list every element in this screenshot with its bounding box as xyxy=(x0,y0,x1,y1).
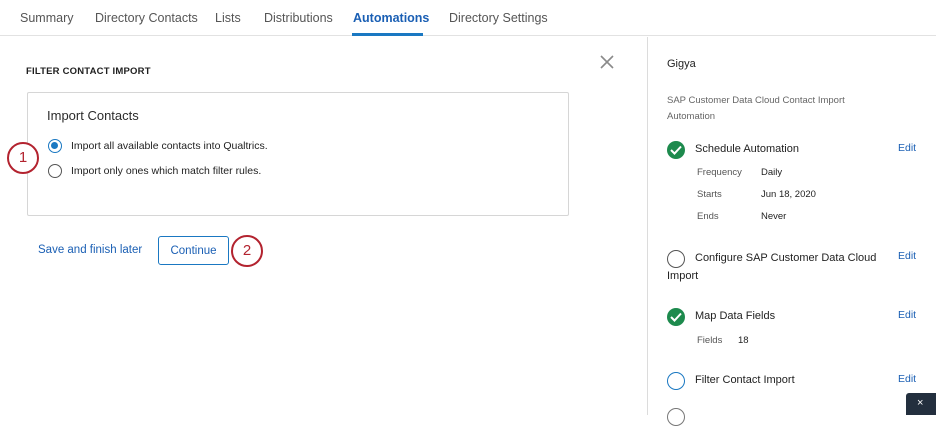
sidebar-title: Gigya xyxy=(667,58,696,70)
option-label: Import only ones which match filter rule… xyxy=(71,165,262,177)
option-label: Import all available contacts into Qualt… xyxy=(71,140,268,152)
detail-value: 18 xyxy=(738,335,749,346)
option-import-all[interactable]: Import all available contacts into Qualt… xyxy=(48,139,268,153)
top-nav: Summary Directory Contacts Lists Distrib… xyxy=(0,0,936,36)
tab-directory-settings[interactable]: Directory Settings xyxy=(449,11,548,25)
save-and-finish-later-link[interactable]: Save and finish later xyxy=(38,244,142,256)
callout-2: 2 xyxy=(231,235,263,267)
feedback-chip[interactable]: × xyxy=(906,393,936,415)
callout-1: 1 xyxy=(7,142,39,174)
radio-unselected-icon[interactable] xyxy=(48,164,62,178)
detail-key: Fields xyxy=(697,335,723,346)
step-configure-import: Configure SAP Customer Data Cloud Import xyxy=(667,252,877,282)
close-small-icon: × xyxy=(917,397,924,409)
edit-map-fields-link[interactable]: Edit xyxy=(898,309,916,321)
detail-key: Ends xyxy=(697,211,719,222)
option-import-filtered[interactable]: Import only ones which match filter rule… xyxy=(48,164,261,178)
check-circle-icon xyxy=(667,308,685,326)
tab-directory-contacts[interactable]: Directory Contacts xyxy=(95,11,198,25)
detail-key: Starts xyxy=(697,189,722,200)
step-filter-contact-import: Filter Contact Import xyxy=(695,374,795,386)
current-step-circle-icon xyxy=(667,372,685,390)
active-tab-indicator xyxy=(352,33,423,36)
radio-selected-icon[interactable] xyxy=(48,139,62,153)
check-circle-icon xyxy=(667,141,685,159)
edit-schedule-link[interactable]: Edit xyxy=(898,142,916,154)
sidebar-subtitle: SAP Customer Data Cloud Contact Import A… xyxy=(667,95,845,122)
step-map-data-fields: Map Data Fields xyxy=(695,310,776,322)
detail-value: Jun 18, 2020 xyxy=(761,189,816,200)
detail-value: Daily xyxy=(761,167,783,178)
next-step-circle-icon xyxy=(667,408,685,426)
tab-automations[interactable]: Automations xyxy=(353,11,429,25)
step-schedule-automation: Schedule Automation xyxy=(695,143,799,155)
close-icon[interactable] xyxy=(600,54,614,72)
continue-button[interactable]: Continue xyxy=(158,236,229,265)
detail-value: Never xyxy=(761,211,787,222)
detail-key: Frequency xyxy=(697,167,742,178)
edit-configure-link[interactable]: Edit xyxy=(898,250,916,262)
tab-summary[interactable]: Summary xyxy=(20,11,73,25)
panel-title: Import Contacts xyxy=(47,108,139,123)
edit-filter-link[interactable]: Edit xyxy=(898,373,916,385)
tab-lists[interactable]: Lists xyxy=(215,11,241,25)
page-heading: FILTER CONTACT IMPORT xyxy=(26,66,151,77)
tab-distributions[interactable]: Distributions xyxy=(264,11,333,25)
